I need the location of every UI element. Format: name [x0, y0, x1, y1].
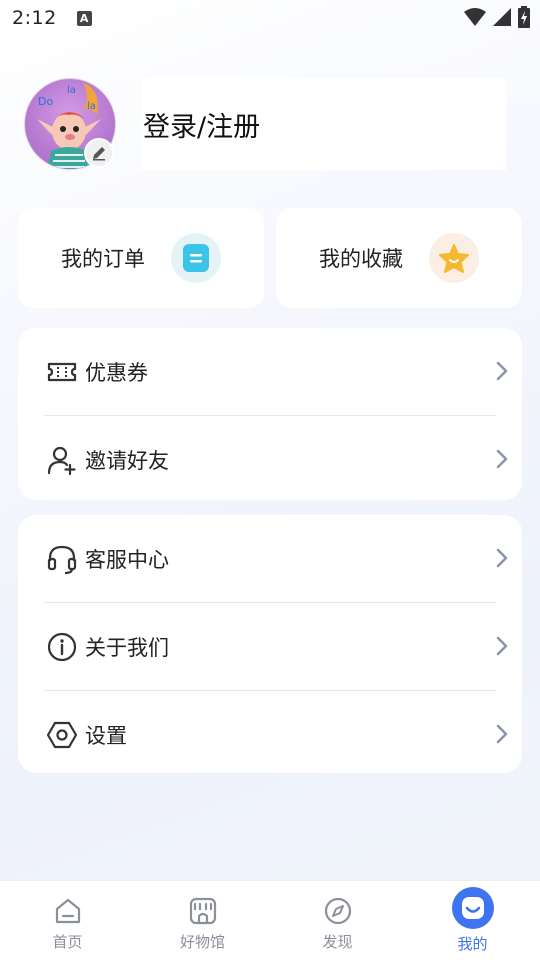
my-favorites-label: 我的收藏: [319, 247, 403, 271]
menu-item-about-us[interactable]: 关于我们: [18, 603, 522, 690]
my-orders-card[interactable]: 我的订单: [18, 208, 264, 308]
menu-item-customer-service-label: 客服中心: [85, 547, 169, 572]
menu-group-promotions: 优惠券 邀请好友: [18, 328, 522, 500]
notification-a-icon: A: [76, 10, 92, 26]
wifi-icon: [464, 8, 486, 26]
headset-icon: [47, 545, 77, 575]
menu-item-settings-label: 设置: [85, 723, 127, 748]
chevron-right-icon: [496, 636, 508, 656]
avatar-lettering-2: la: [67, 85, 76, 96]
compass-icon: [322, 895, 354, 927]
signal-icon: [493, 8, 511, 26]
coupon-icon: [47, 362, 77, 382]
login-register-button[interactable]: 登录/注册: [141, 78, 506, 170]
tab-home[interactable]: 首页: [0, 881, 135, 960]
menu-item-coupons-label: 优惠券: [85, 360, 148, 385]
battery-icon: [518, 6, 530, 28]
chevron-right-icon: [496, 361, 508, 381]
menu-item-settings[interactable]: 设置: [18, 691, 522, 778]
tab-discover[interactable]: 发现: [270, 881, 405, 960]
my-orders-label: 我的订单: [61, 247, 145, 271]
tab-mine[interactable]: 我的: [405, 881, 540, 960]
avatar-lettering-1: Do: [38, 95, 53, 108]
bottom-tab-bar: 首页 好物馆 发现 我的: [0, 880, 540, 960]
profile-face-icon: [451, 887, 494, 929]
status-icons: [464, 6, 530, 28]
tab-mine-label: 我的: [457, 935, 488, 953]
menu-group-support: 客服中心 关于我们 设置: [18, 515, 522, 773]
chevron-right-icon: [496, 724, 508, 744]
avatar-edit-button[interactable]: [84, 138, 114, 168]
order-list-icon: [171, 233, 221, 283]
status-bar: 2:12 A: [0, 0, 540, 36]
settings-hexagon-icon: [46, 721, 78, 749]
pencil-icon: [93, 147, 105, 161]
status-time: 2:12: [12, 7, 57, 29]
my-favorites-card[interactable]: 我的收藏: [276, 208, 522, 308]
menu-item-invite-friends[interactable]: 邀请好友: [18, 416, 522, 503]
star-icon: [429, 233, 479, 283]
info-icon: [47, 632, 77, 662]
tab-home-label: 首页: [52, 933, 83, 951]
menu-item-about-us-label: 关于我们: [85, 635, 169, 660]
login-register-label: 登录/注册: [143, 111, 261, 143]
profile-header: Do la la 登录/注册: [24, 78, 506, 172]
tab-discover-label: 发现: [322, 933, 353, 951]
tab-shop[interactable]: 好物馆: [135, 881, 270, 960]
menu-item-customer-service[interactable]: 客服中心: [18, 515, 522, 602]
shop-icon: [187, 895, 219, 927]
menu-item-coupons[interactable]: 优惠券: [18, 328, 522, 415]
add-user-icon: [47, 446, 76, 476]
home-icon: [52, 895, 84, 927]
avatar-lettering-3: la: [87, 101, 96, 112]
tab-shop-label: 好物馆: [179, 933, 225, 951]
chevron-right-icon: [496, 548, 508, 568]
menu-item-invite-friends-label: 邀请好友: [85, 448, 169, 473]
chevron-right-icon: [496, 449, 508, 469]
